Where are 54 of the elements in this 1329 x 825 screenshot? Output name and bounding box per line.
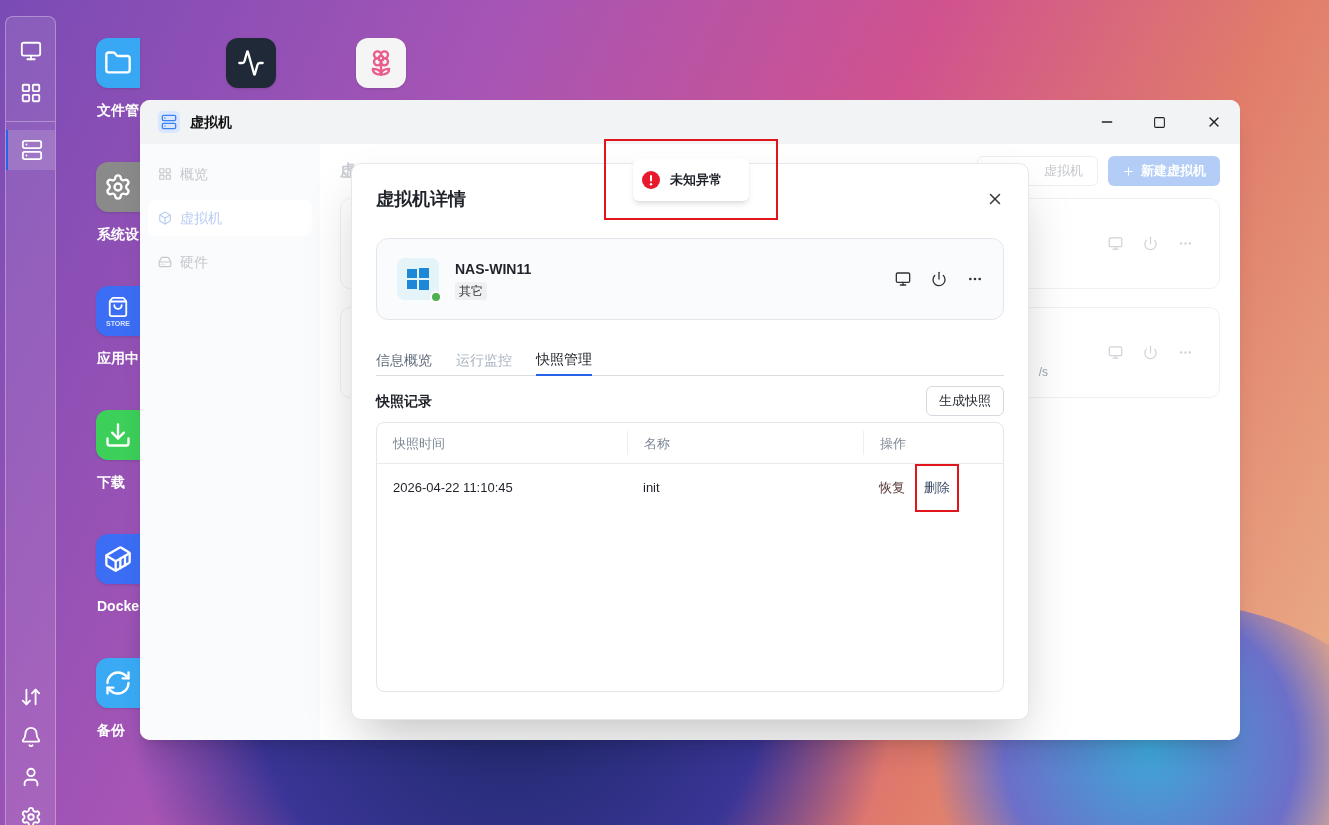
- server-icon: [20, 139, 43, 161]
- folder-app-icon[interactable]: [96, 38, 140, 88]
- container-app-icon[interactable]: [96, 534, 140, 584]
- cube-icon: [158, 211, 172, 225]
- delete-link[interactable]: 删除: [915, 464, 959, 512]
- sync-icon: [104, 669, 132, 697]
- container-icon: [104, 545, 132, 573]
- bell-icon: [19, 726, 42, 748]
- app-label: 文件管: [96, 101, 139, 120]
- settings-icon: [19, 806, 42, 825]
- app-logo-icon: [158, 111, 180, 133]
- dialog-title: 虚拟机详情: [376, 187, 466, 211]
- bag-icon: [107, 295, 129, 318]
- dock-item[interactable]: [6, 130, 55, 170]
- vm-name: NAS-WIN11: [455, 259, 532, 279]
- vm-type-tag: 其它: [455, 281, 487, 300]
- grid-icon: [158, 167, 172, 181]
- app-label: Docke: [96, 597, 140, 616]
- windows-logo-icon: [406, 267, 430, 291]
- monitor-icon[interactable]: [895, 271, 911, 287]
- section-title: 快照记录: [376, 391, 432, 411]
- create-snapshot-button[interactable]: 生成快照: [926, 386, 1004, 416]
- folder-icon: [104, 49, 132, 77]
- window-title: 虚拟机: [190, 112, 232, 132]
- app-label: 应用中: [96, 349, 139, 368]
- toast-message: 未知异常: [670, 170, 722, 189]
- app-label: 下载: [96, 473, 125, 492]
- gear-app-icon[interactable]: [96, 162, 140, 212]
- sync-app-icon[interactable]: [96, 658, 140, 708]
- monitor-icon: [19, 40, 42, 62]
- app-grid-icon: [19, 82, 42, 104]
- download-app-icon[interactable]: [96, 410, 140, 460]
- plus-icon: [1122, 164, 1135, 178]
- table-cell-text: 2026-04-22 11:10:45: [392, 479, 514, 497]
- pulse-icon: [237, 49, 265, 77]
- column-header: 操作: [880, 436, 906, 451]
- drive-icon: [158, 255, 172, 269]
- flower-app-icon[interactable]: [356, 38, 406, 88]
- maximize-icon[interactable]: [1153, 115, 1166, 129]
- vm-detail: /s: [1038, 364, 1048, 381]
- table-cell-text: init: [642, 479, 661, 497]
- tab[interactable]: 信息概览: [376, 344, 432, 376]
- transfer-icon: [19, 686, 42, 708]
- app-label: 系统设: [96, 225, 139, 244]
- app-label: 备份: [96, 721, 125, 740]
- gear-icon: [104, 173, 132, 201]
- restore-link[interactable]: 恢复: [879, 478, 905, 498]
- tab[interactable]: 快照管理: [536, 344, 592, 376]
- column-header: 快照时间: [393, 436, 445, 451]
- download-icon: [104, 421, 132, 449]
- column-header: 名称: [644, 436, 670, 451]
- error-icon: [642, 170, 660, 189]
- pulse-app-icon[interactable]: [226, 38, 276, 88]
- power-icon[interactable]: [931, 271, 947, 287]
